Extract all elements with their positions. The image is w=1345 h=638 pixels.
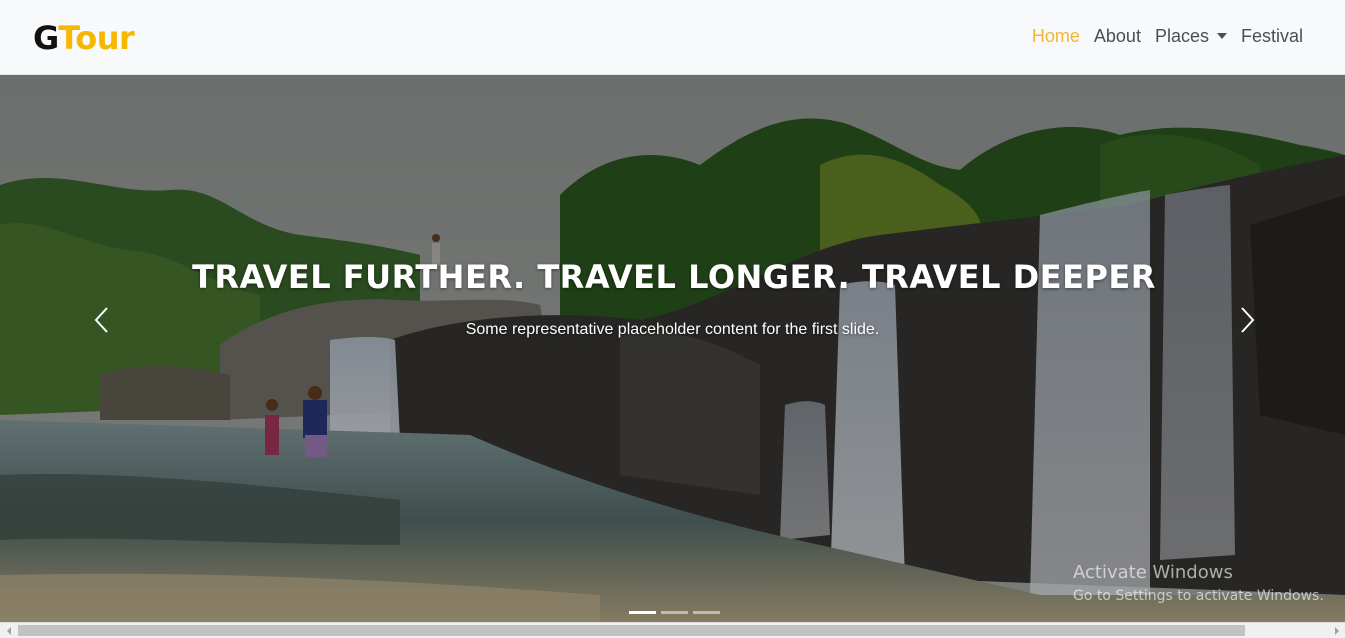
nav-link-festival[interactable]: Festival	[1234, 24, 1310, 48]
arrow-right-icon	[1334, 626, 1339, 635]
chevron-right-icon	[1241, 307, 1255, 333]
scrollbar-thumb[interactable]	[18, 625, 1245, 636]
indicator-slide-3[interactable]	[693, 611, 720, 614]
watermark-subtitle: Go to Settings to activate Windows.	[1073, 588, 1324, 604]
slide-caption: TRAVEL FURTHER. TRAVEL LONGER. TRAVEL DE…	[0, 257, 1345, 341]
nav-link-about[interactable]: About	[1087, 24, 1148, 48]
caption-text: Some representative placeholder content …	[465, 321, 880, 338]
carousel-prev-button[interactable]	[82, 300, 122, 340]
main-nav: Home About Places Festival	[1025, 24, 1310, 48]
nav-dropdown-places[interactable]: Places	[1148, 24, 1234, 48]
scroll-left-button[interactable]	[0, 623, 17, 638]
navbar: GTour Home About Places Festival	[0, 0, 1345, 75]
brand-logo[interactable]: GTour	[33, 18, 135, 58]
arrow-left-icon	[6, 626, 11, 635]
scroll-right-button[interactable]	[1328, 623, 1345, 638]
caret-down-icon	[1216, 33, 1227, 39]
nav-link-home[interactable]: Home	[1025, 24, 1087, 48]
windows-activation-watermark: Activate Windows Go to Settings to activ…	[1073, 562, 1324, 606]
watermark-title: Activate Windows	[1073, 562, 1233, 583]
image-dim-overlay	[0, 75, 1345, 622]
indicator-slide-2[interactable]	[661, 611, 688, 614]
hero-carousel: TRAVEL FURTHER. TRAVEL LONGER. TRAVEL DE…	[0, 75, 1345, 622]
caption-title: TRAVEL FURTHER. TRAVEL LONGER. TRAVEL DE…	[192, 258, 1156, 296]
carousel-indicators	[629, 611, 720, 614]
horizontal-scrollbar[interactable]	[0, 622, 1345, 638]
brand-name: Tour	[58, 19, 135, 57]
indicator-slide-1[interactable]	[629, 611, 656, 614]
nav-link-places: Places	[1154, 26, 1209, 46]
brand-letter: G	[33, 19, 59, 57]
carousel-next-button[interactable]	[1227, 300, 1267, 340]
chevron-left-icon	[94, 307, 108, 333]
